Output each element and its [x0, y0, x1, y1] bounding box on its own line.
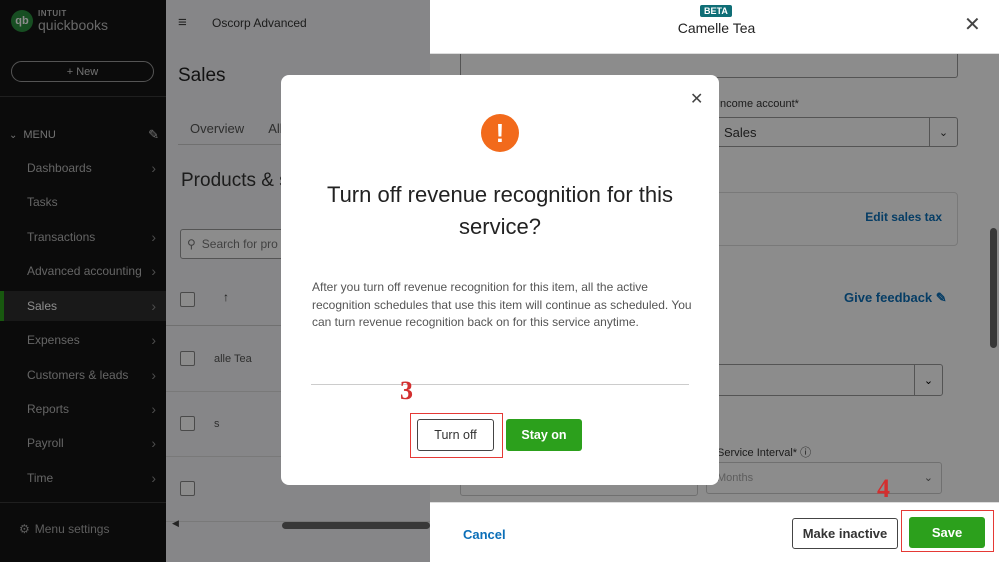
annotation-highlight-turn-off — [410, 413, 503, 458]
close-icon[interactable]: ✕ — [690, 89, 703, 109]
annotation-highlight-save — [901, 510, 994, 552]
dialog-title: Turn off revenue recognition for this se… — [326, 182, 674, 239]
annotation-step-3: 3 — [400, 376, 413, 405]
close-icon[interactable]: ✕ — [964, 12, 981, 37]
cancel-button[interactable]: Cancel — [463, 527, 506, 542]
stay-on-button[interactable]: Stay on — [506, 419, 582, 451]
drawer-header: BETA Camelle Tea ✕ — [430, 0, 999, 54]
beta-badge: BETA — [700, 5, 732, 17]
make-inactive-button[interactable]: Make inactive — [792, 518, 898, 549]
dialog-message: After you turn off revenue recognition f… — [312, 280, 692, 329]
divider — [311, 384, 689, 385]
drawer-title: Camelle Tea — [677, 20, 756, 36]
annotation-step-4: 4 — [877, 474, 890, 503]
warning-icon: ! — [481, 114, 519, 152]
